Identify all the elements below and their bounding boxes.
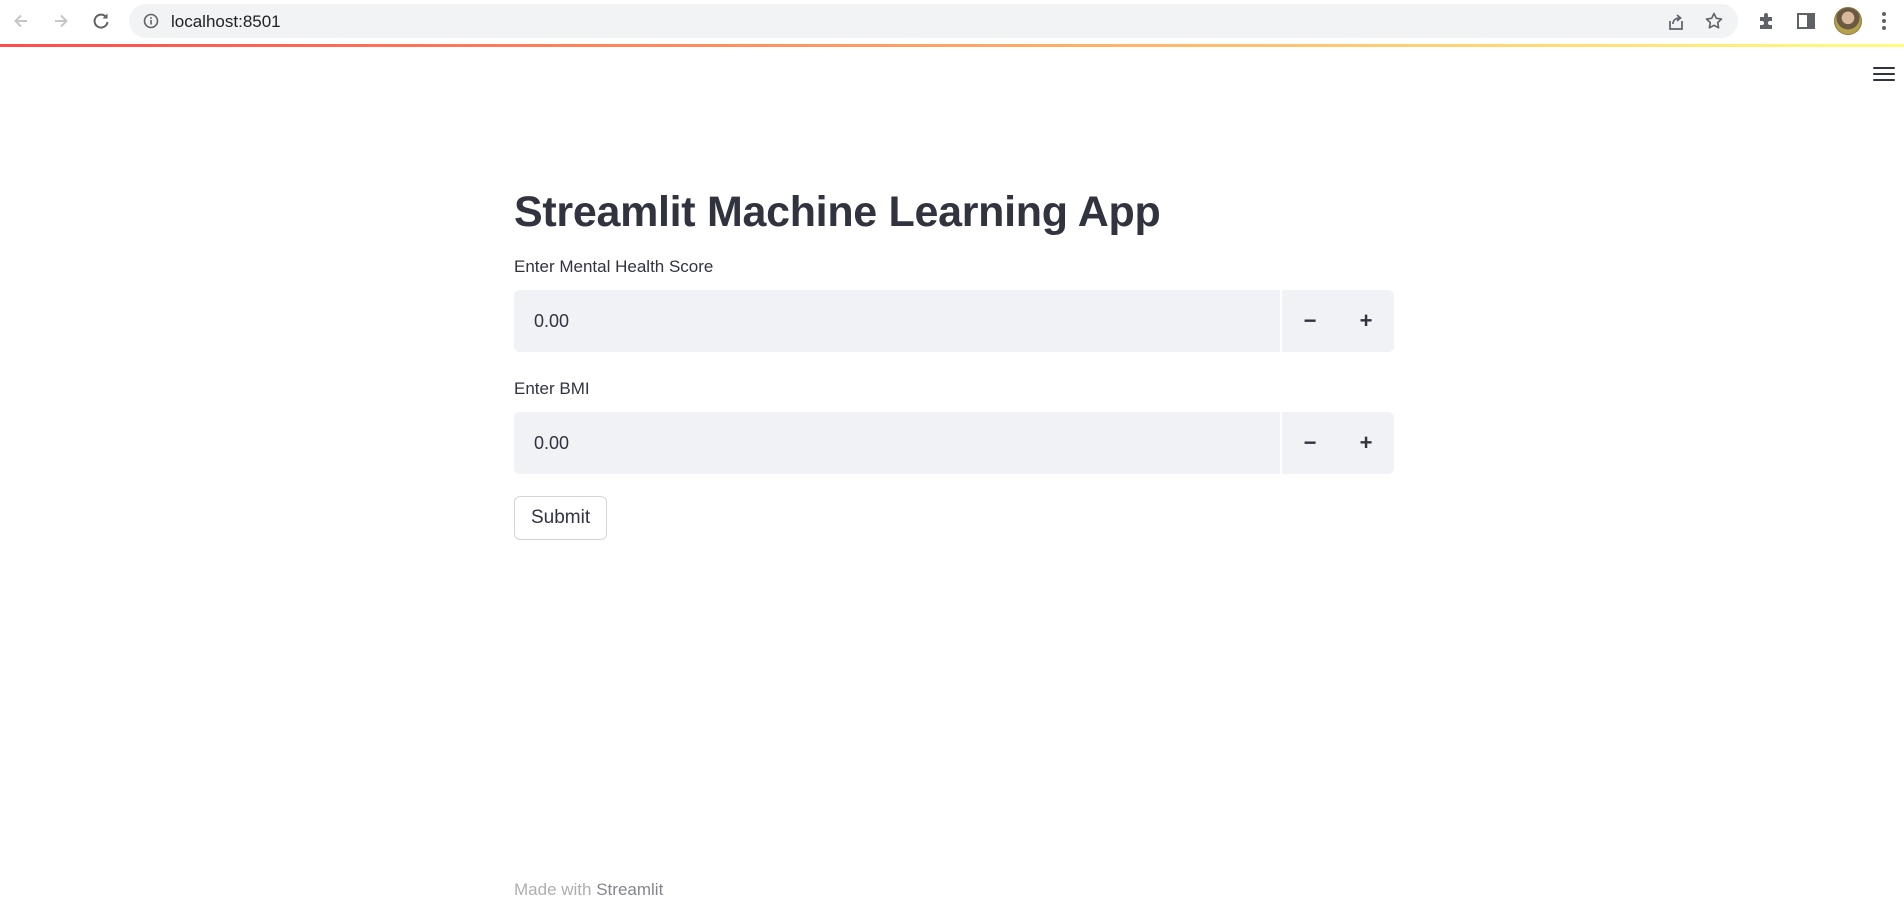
kebab-menu-icon[interactable] — [1880, 10, 1888, 32]
bmi-input[interactable] — [514, 412, 1282, 474]
page-title: Streamlit Machine Learning App — [514, 188, 1161, 236]
header-decoration-bar — [0, 44, 1904, 47]
forward-button[interactable] — [47, 7, 75, 35]
increment-button[interactable]: + — [1338, 412, 1394, 474]
mental-health-score-input[interactable] — [514, 290, 1282, 352]
reload-button[interactable] — [87, 7, 115, 35]
back-button[interactable] — [7, 7, 35, 35]
star-icon[interactable] — [1704, 11, 1724, 31]
mental-health-score-label: Enter Mental Health Score — [514, 257, 714, 276]
footer-prefix: Made with — [514, 880, 592, 899]
side-panel-icon[interactable] — [1795, 10, 1817, 32]
browser-toolbar: localhost:8501 — [0, 0, 1904, 45]
streamlit-link[interactable]: Streamlit — [596, 880, 663, 899]
info-icon[interactable] — [143, 13, 159, 29]
reload-icon — [93, 13, 109, 29]
increment-button[interactable]: + — [1338, 290, 1394, 352]
puzzle-icon[interactable] — [1756, 10, 1778, 32]
submit-button[interactable]: Submit — [514, 496, 608, 540]
arrow-right-icon — [55, 14, 68, 28]
bmi-stepper: − + — [514, 412, 1394, 474]
main-menu-icon[interactable] — [1873, 67, 1895, 85]
url-text[interactable]: localhost:8501 — [171, 12, 281, 32]
share-icon[interactable] — [1666, 12, 1686, 32]
bmi-label: Enter BMI — [514, 379, 590, 398]
decrement-button[interactable]: − — [1282, 412, 1338, 474]
main-content: Streamlit Machine Learning App Enter Men… — [514, 180, 1394, 540]
avatar[interactable] — [1834, 7, 1862, 35]
address-bar[interactable]: localhost:8501 — [129, 4, 1738, 38]
arrow-left-icon — [14, 14, 27, 28]
decrement-button[interactable]: − — [1282, 290, 1338, 352]
mental-health-score-stepper: − + — [514, 290, 1394, 352]
footer: Made with Streamlit — [514, 880, 663, 900]
